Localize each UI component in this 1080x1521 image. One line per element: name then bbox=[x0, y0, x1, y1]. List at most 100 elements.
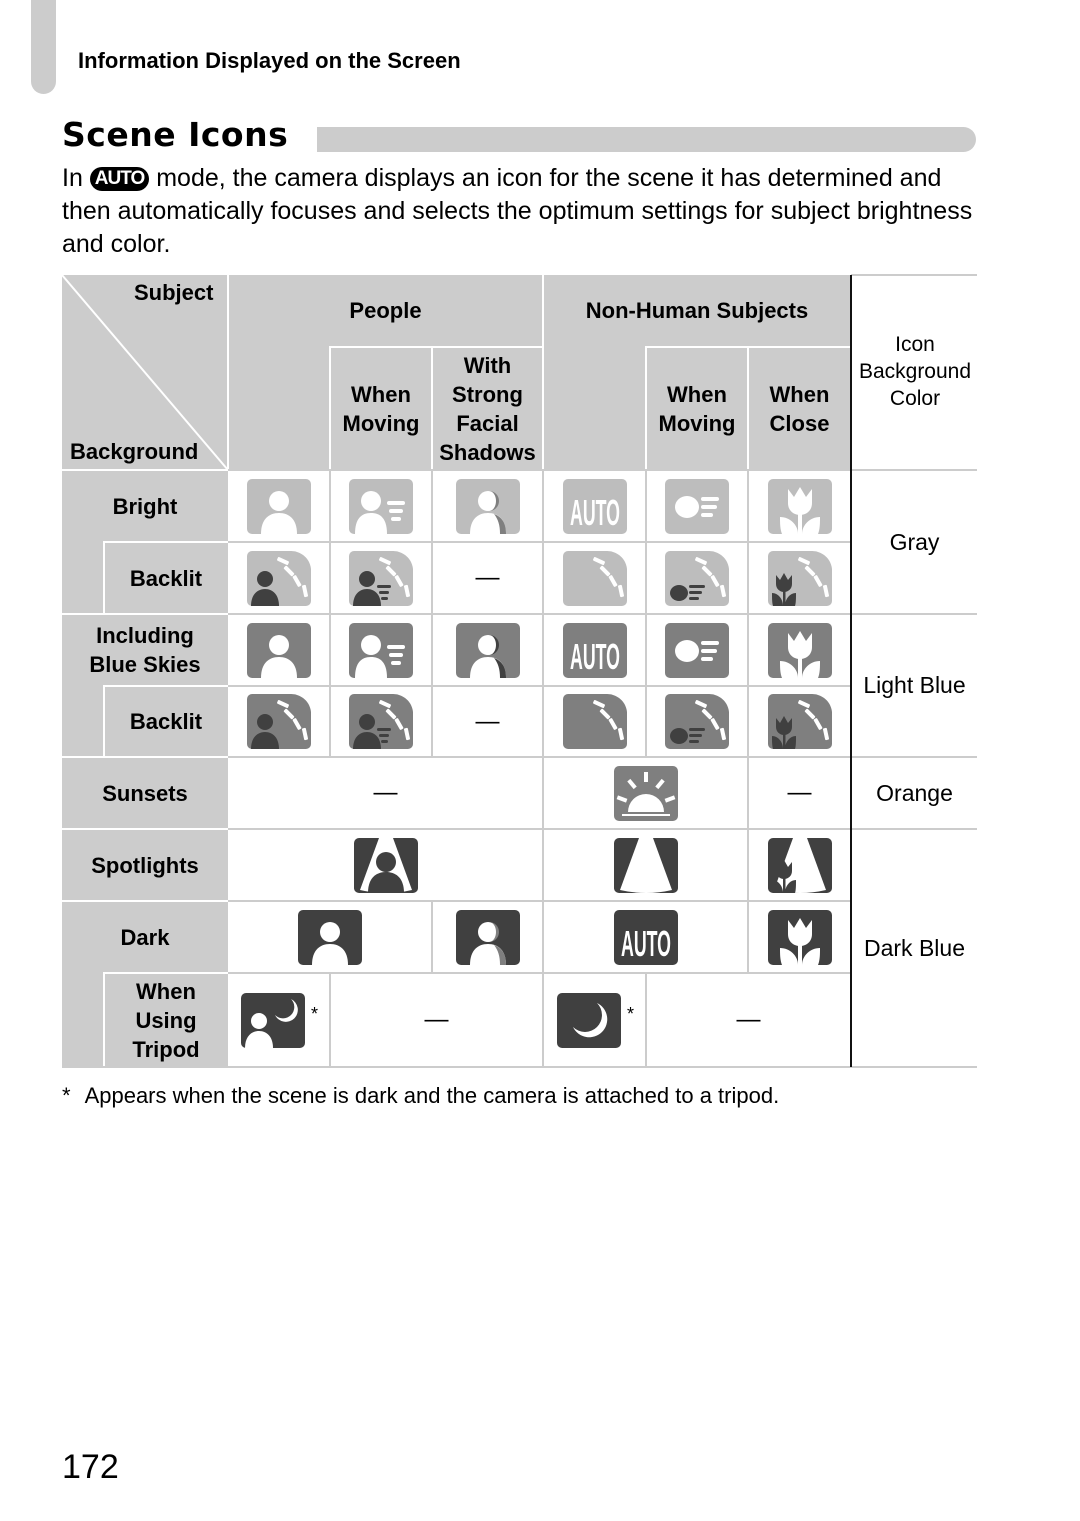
section-tab bbox=[31, 0, 56, 94]
row-sunsets: Sunsets bbox=[62, 757, 228, 829]
row-sunsets-label: Sunsets bbox=[102, 780, 188, 806]
empty-cell: — bbox=[475, 564, 500, 591]
divider bbox=[62, 900, 228, 902]
person-icon bbox=[247, 622, 311, 678]
footnote-text: Appears when the scene is dark and the c… bbox=[84, 1083, 780, 1108]
divider bbox=[431, 346, 433, 470]
auto-icon: AUTO bbox=[562, 478, 627, 534]
person-moving-backlit-icon bbox=[349, 550, 414, 606]
close-up-backlit-icon bbox=[767, 550, 832, 606]
svg-text:AUTO: AUTO bbox=[621, 923, 671, 964]
empty-cell: — bbox=[736, 1006, 761, 1033]
divider bbox=[103, 685, 105, 757]
divider bbox=[747, 470, 749, 902]
moving-subject-backlit-icon bbox=[665, 693, 730, 749]
header-nonhuman-when-close: When Close bbox=[769, 382, 830, 436]
divider bbox=[329, 346, 331, 470]
color-orange: Orange bbox=[876, 779, 953, 806]
intro-text-start: In bbox=[62, 164, 90, 192]
footnote-mark: * bbox=[62, 1083, 71, 1108]
corner-subject-label: Subject bbox=[134, 280, 214, 305]
row-bright-label: Bright bbox=[112, 493, 178, 519]
divider bbox=[431, 901, 433, 973]
intro-text-rest: mode, the camera displays an icon for th… bbox=[62, 164, 973, 258]
row-blue-backlit-label: Backlit bbox=[129, 709, 203, 734]
divider bbox=[103, 541, 105, 614]
row-tripod-label: When Using Tripod bbox=[132, 978, 200, 1062]
divider bbox=[542, 275, 544, 470]
color-dark-blue: Dark Blue bbox=[864, 934, 965, 961]
person-backlit-icon bbox=[247, 693, 312, 749]
row-spotlights: Spotlights bbox=[62, 829, 228, 901]
person-shadow-icon bbox=[455, 478, 520, 534]
divider bbox=[645, 470, 647, 757]
divider bbox=[104, 541, 228, 543]
footnote-mark: * bbox=[627, 1004, 635, 1024]
divider bbox=[329, 470, 331, 757]
corner-background-label: Background bbox=[70, 439, 199, 464]
moving-subject-icon bbox=[665, 478, 729, 534]
divider bbox=[104, 972, 228, 974]
spotlight-person-icon bbox=[353, 837, 418, 893]
divider bbox=[62, 756, 228, 758]
divider bbox=[228, 900, 851, 902]
backlit-icon bbox=[562, 693, 627, 749]
divider bbox=[227, 275, 229, 470]
empty-cell: — bbox=[373, 779, 398, 806]
header-non-human-subjects: Non-Human Subjects bbox=[585, 297, 809, 323]
page-title: Scene Icons bbox=[62, 115, 289, 154]
auto-mode-icon: AUTO bbox=[89, 167, 150, 191]
divider bbox=[62, 828, 228, 830]
row-bright: Bright bbox=[62, 470, 228, 542]
person-moving-backlit-icon bbox=[349, 693, 414, 749]
person-shadow-icon bbox=[455, 622, 520, 678]
divider bbox=[103, 972, 105, 1067]
page-number: 172 bbox=[62, 1448, 119, 1486]
row-dark-label: Dark bbox=[120, 924, 170, 950]
empty-cell: — bbox=[424, 1006, 449, 1033]
row-blue-backlit: Backlit bbox=[62, 686, 228, 757]
divider bbox=[104, 685, 228, 687]
title-rule bbox=[317, 127, 976, 152]
divider bbox=[330, 346, 543, 348]
row-spotlights-label: Spotlights bbox=[91, 852, 199, 878]
svg-text:AUTO: AUTO bbox=[570, 636, 620, 677]
footnote: * Appears when the scene is dark and the … bbox=[62, 1083, 779, 1109]
night-portrait-icon bbox=[241, 992, 305, 1048]
intro-paragraph: In AUTO mode, the camera displays an ico… bbox=[62, 162, 982, 261]
header-people-strong-shadows: With Strong Facial Shadows bbox=[439, 353, 536, 465]
svg-text:AUTO: AUTO bbox=[570, 492, 620, 533]
divider bbox=[747, 901, 749, 973]
spotlight-tulip-icon bbox=[767, 837, 832, 893]
night-scene-icon bbox=[556, 992, 621, 1048]
footnote-mark: * bbox=[311, 1004, 319, 1024]
spotlight-icon bbox=[613, 837, 678, 893]
empty-cell: — bbox=[475, 707, 500, 735]
header-nonhuman-when-moving: When Moving bbox=[658, 382, 736, 436]
close-up-tulip-icon bbox=[767, 622, 832, 678]
header-people: People bbox=[349, 297, 422, 323]
person-icon bbox=[247, 478, 311, 534]
auto-icon: AUTO bbox=[562, 622, 627, 678]
row-bright-backlit-label: Backlit bbox=[129, 565, 203, 591]
close-up-tulip-icon bbox=[767, 478, 832, 534]
auto-dark-icon: AUTO bbox=[613, 909, 678, 965]
close-up-dark-icon bbox=[767, 909, 832, 965]
row-blue-skies-label: Including Blue Skies bbox=[89, 623, 201, 677]
person-backlit-icon bbox=[247, 550, 312, 606]
person-moving-icon bbox=[349, 622, 413, 678]
divider bbox=[851, 274, 977, 276]
moving-subject-icon bbox=[665, 622, 729, 678]
color-light-blue: Light Blue bbox=[863, 672, 966, 698]
divider bbox=[645, 346, 647, 470]
empty-cell: — bbox=[787, 779, 812, 806]
color-gray: Gray bbox=[889, 528, 940, 555]
row-tripod: When Using Tripod bbox=[62, 973, 228, 1067]
section-title: Information Displayed on the Screen bbox=[78, 48, 461, 73]
header-people-when-moving: When Moving bbox=[342, 382, 420, 436]
row-dark: Dark bbox=[62, 901, 228, 973]
sunset-icon bbox=[613, 765, 678, 821]
header-icon-background-color: Icon Background Color bbox=[858, 333, 972, 410]
moving-subject-backlit-icon bbox=[665, 550, 730, 606]
person-dark-icon bbox=[298, 909, 362, 965]
